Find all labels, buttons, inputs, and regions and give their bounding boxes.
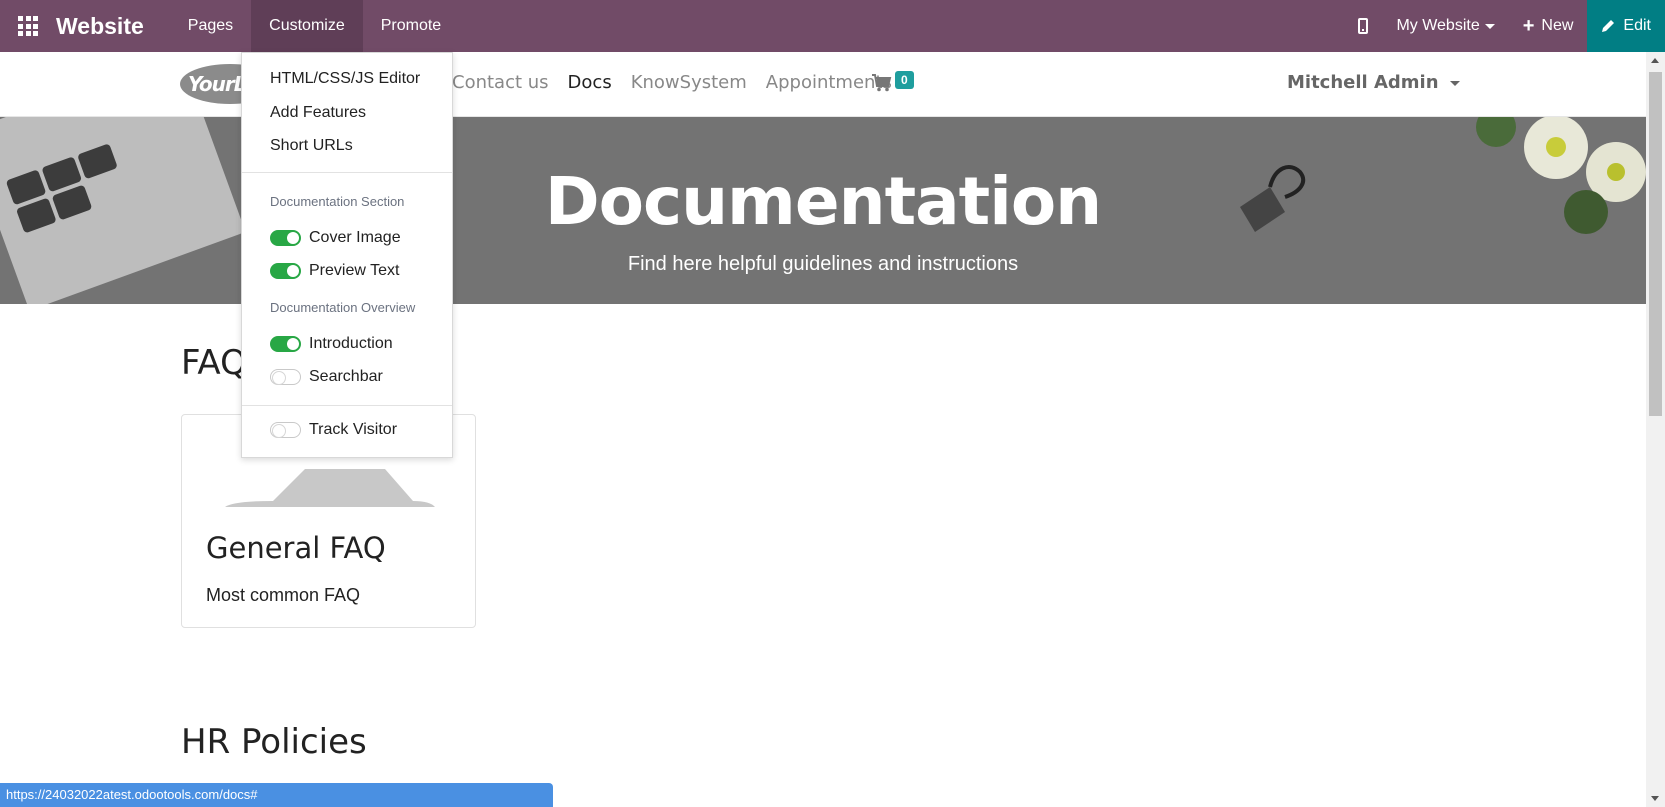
scroll-up-arrow-icon[interactable] [1651, 58, 1659, 63]
admin-right-tools: My Website + New Edit [1344, 0, 1665, 52]
mobile-phone-icon [1358, 18, 1369, 34]
website-selector-label: My Website [1396, 17, 1480, 34]
toggle-switch-on[interactable] [270, 230, 301, 246]
nav-promote[interactable]: Promote [363, 0, 459, 52]
mobile-preview-button[interactable] [1344, 0, 1382, 52]
toggle-label: Track Visitor [309, 421, 398, 438]
nav-customize[interactable]: Customize [251, 0, 363, 52]
website-nav: Contact us Docs KnowSystem Appointments [452, 72, 911, 93]
scroll-thumb[interactable] [1649, 72, 1662, 416]
cart-count-badge: 0 [895, 71, 914, 89]
customize-dropdown-menu: HTML/CSS/JS Editor Add Features Short UR… [241, 52, 453, 458]
website-selector[interactable]: My Website [1382, 0, 1508, 52]
nav-pages[interactable]: Pages [170, 0, 251, 52]
link-status-bar: https://24032022atest.odootools.com/docs… [0, 783, 553, 807]
pencil-icon [1602, 20, 1615, 32]
admin-top-bar: Website Pages Customize Promote My Websi… [0, 0, 1665, 52]
scroll-down-arrow-icon[interactable] [1651, 796, 1659, 801]
plus-icon: + [1522, 14, 1535, 37]
site-nav-docs[interactable]: Docs [568, 72, 612, 93]
page-scrollbar[interactable] [1646, 52, 1665, 807]
shopping-cart-icon[interactable] [872, 74, 892, 92]
admin-nav: Pages Customize Promote [170, 0, 459, 52]
toggle-switch-off[interactable] [270, 422, 301, 438]
card-description: Most common FAQ [206, 585, 361, 605]
toggle-cover-image[interactable]: Cover Image [270, 229, 401, 247]
toggle-preview-text[interactable]: Preview Text [270, 262, 399, 280]
edit-button[interactable]: Edit [1587, 0, 1665, 52]
section-title-faq: FAQ [181, 343, 247, 383]
toggle-switch-off[interactable] [270, 369, 301, 385]
site-nav-knowsystem[interactable]: KnowSystem [631, 72, 747, 93]
section-title-hr-policies: HR Policies [181, 722, 367, 762]
caret-down-icon [1484, 23, 1495, 29]
toggle-searchbar[interactable]: Searchbar [270, 368, 383, 386]
new-label: New [1541, 17, 1574, 34]
site-nav-contact-us[interactable]: Contact us [452, 72, 549, 93]
toggle-track-visitor[interactable]: Track Visitor [270, 421, 397, 439]
new-button[interactable]: + New [1509, 0, 1588, 52]
toggle-switch-on[interactable] [270, 263, 301, 279]
card-title: General FAQ [206, 531, 386, 565]
toggle-switch-on[interactable] [270, 336, 301, 352]
toggle-introduction[interactable]: Introduction [270, 335, 393, 353]
menu-item-code-editor[interactable]: HTML/CSS/JS Editor [270, 70, 420, 88]
menu-header-documentation-section: Documentation Section [270, 194, 405, 209]
user-name: Mitchell Admin [1287, 72, 1439, 93]
menu-header-documentation-overview: Documentation Overview [270, 300, 416, 315]
edit-label: Edit [1623, 17, 1651, 34]
menu-divider [242, 172, 452, 173]
toggle-label: Preview Text [309, 262, 400, 279]
app-brand[interactable]: Website [56, 13, 144, 40]
caret-down-icon [1449, 80, 1460, 86]
toggle-label: Introduction [309, 335, 393, 352]
menu-item-short-urls[interactable]: Short URLs [270, 137, 353, 155]
card-cover-image [225, 469, 435, 507]
toggle-label: Searchbar [309, 368, 383, 385]
apps-menu-icon[interactable] [0, 0, 56, 52]
menu-divider [242, 405, 452, 406]
toggle-label: Cover Image [309, 229, 401, 246]
user-menu[interactable]: Mitchell Admin [1287, 72, 1460, 93]
menu-item-add-features[interactable]: Add Features [270, 104, 366, 122]
